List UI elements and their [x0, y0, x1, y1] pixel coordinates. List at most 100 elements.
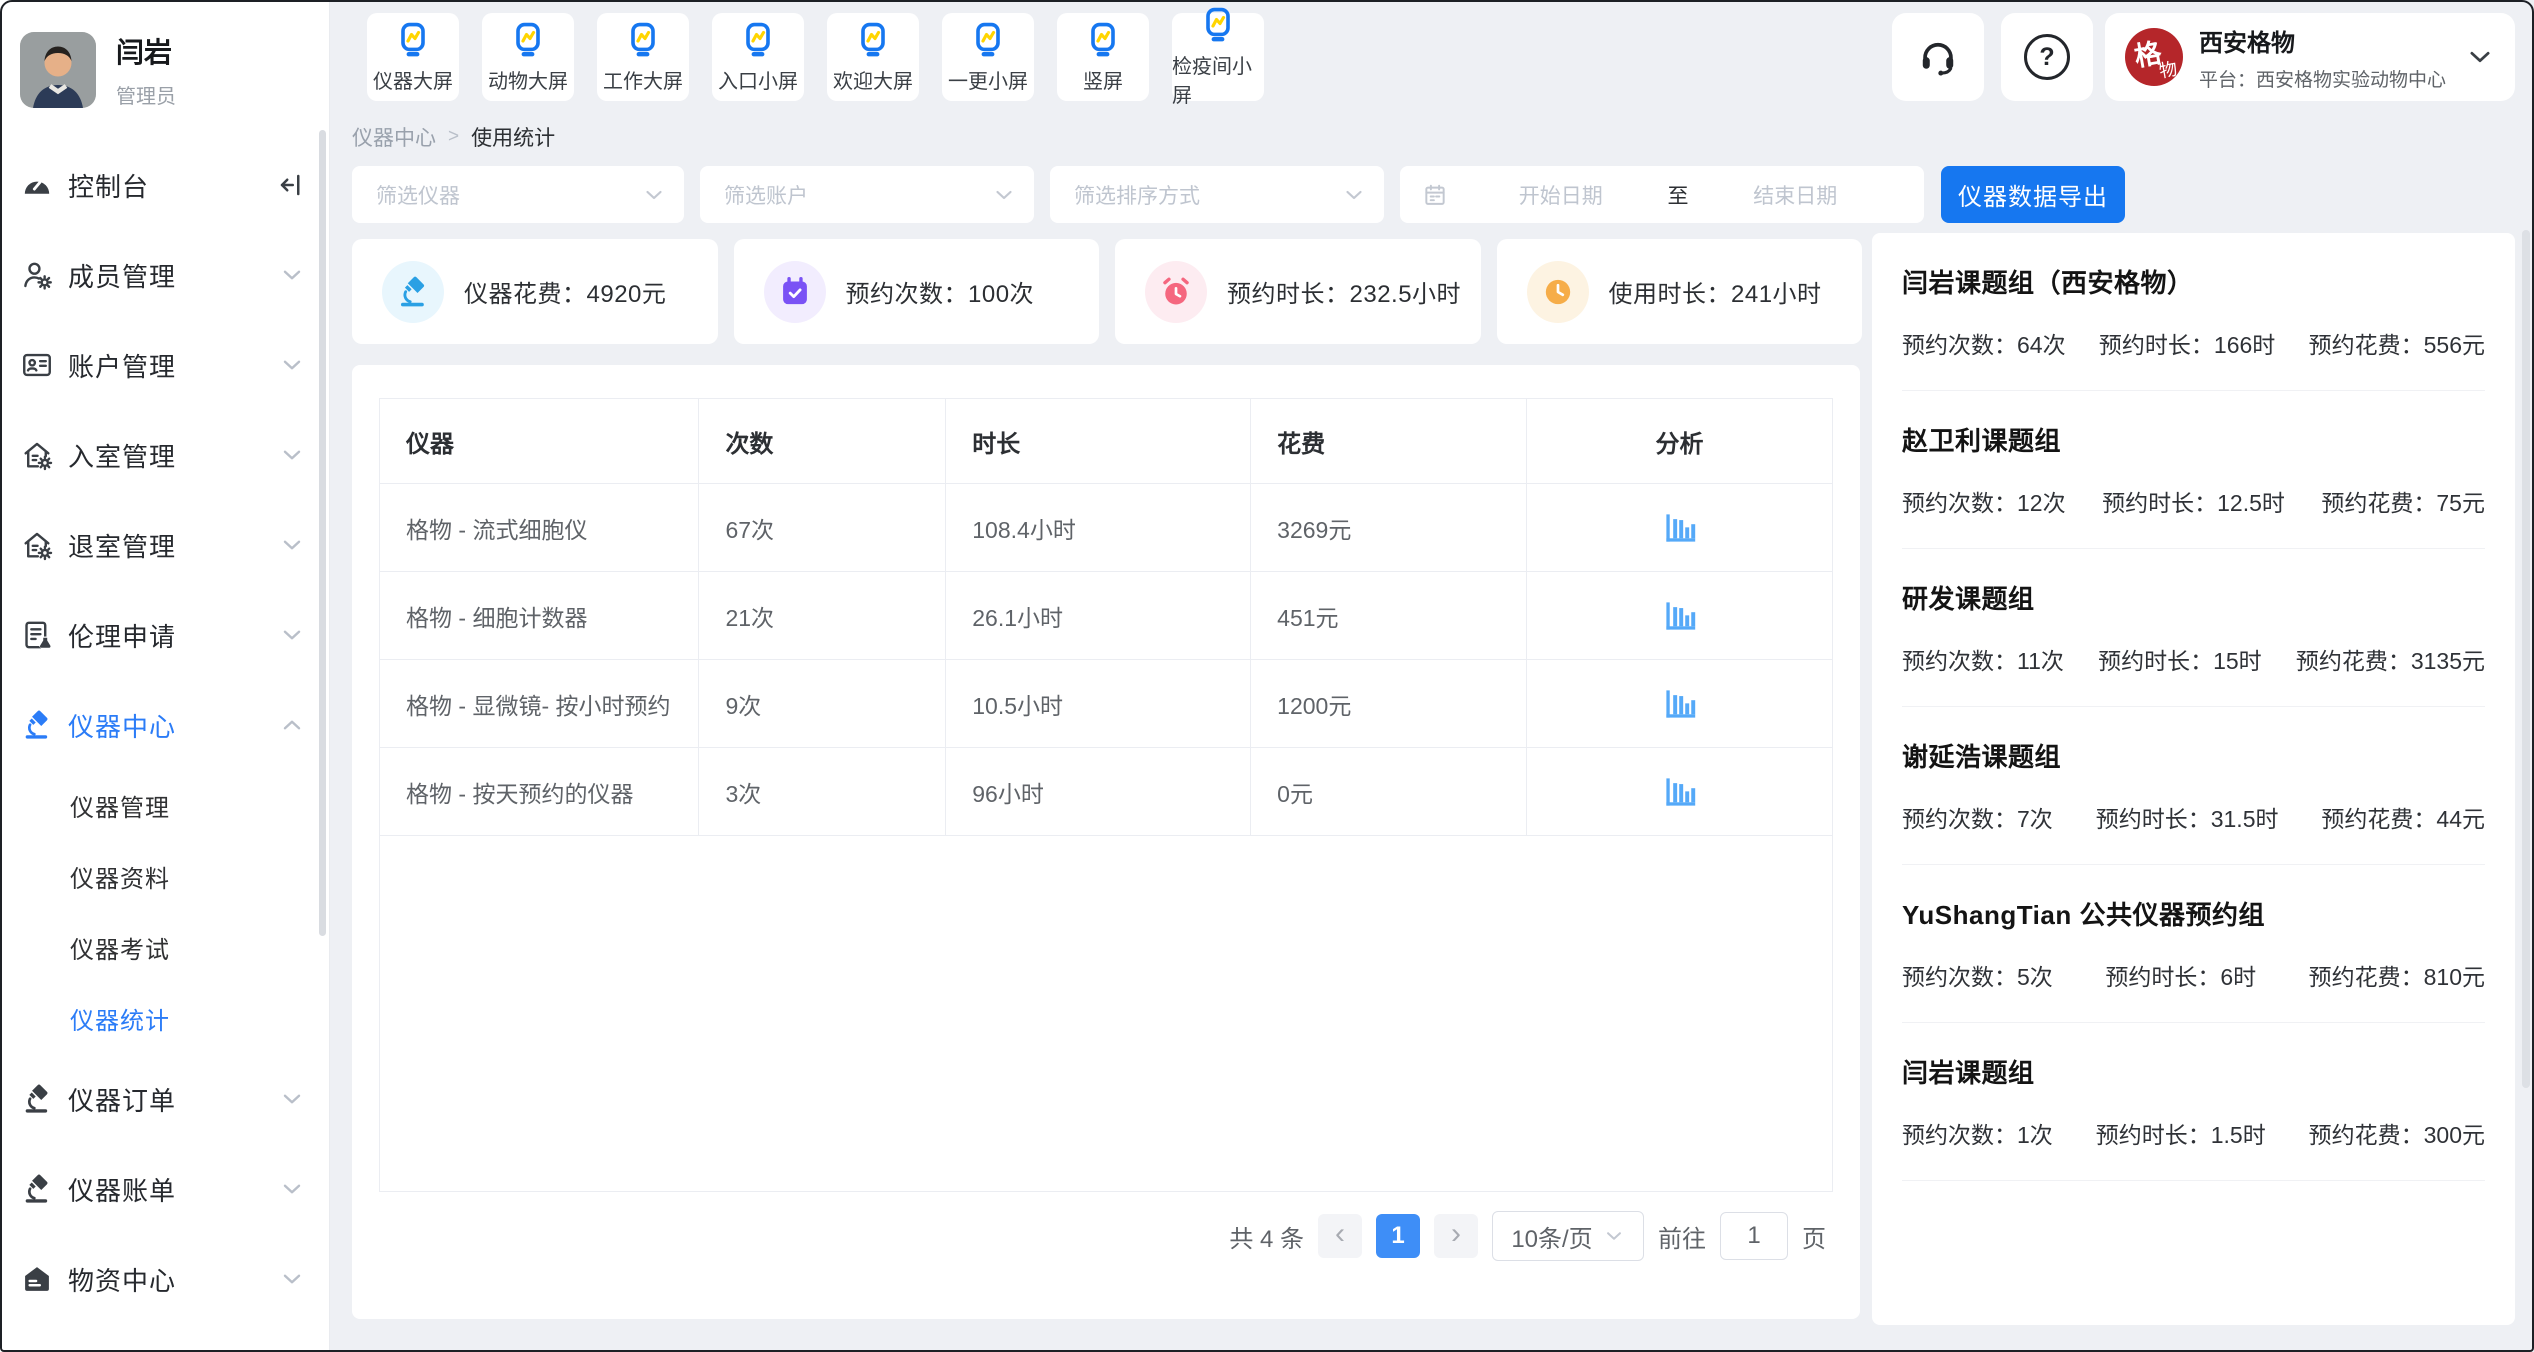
bar-chart-icon[interactable] — [1661, 685, 1699, 723]
group-stat-value: 12.5时 — [2217, 490, 2285, 516]
column-header-cost: 花费 — [1251, 399, 1527, 483]
stat-label: 仪器花费： — [464, 281, 587, 308]
document-flask-icon — [20, 618, 54, 652]
export-data-button[interactable]: 仪器数据导出 — [1941, 166, 2125, 223]
tab-work-screen[interactable]: 工作大屏 — [597, 13, 689, 101]
tab-yigeng-screen[interactable]: 一更小屏 — [942, 13, 1034, 101]
tab-quarantine-screen[interactable]: 检疫间小屏 — [1172, 13, 1264, 101]
sidebar-item-label: 入室管理 — [68, 437, 176, 474]
bar-chart-icon[interactable] — [1661, 597, 1699, 635]
usage-table-panel: 仪器 次数 时长 花费 分析 格物 - 流式细胞仪 67次 108.4小时 32… — [352, 365, 1860, 1319]
breadcrumb: 仪器中心 > 使用统计 — [352, 122, 555, 152]
sidebar-item-room-exit[interactable]: 退室管理 — [0, 500, 329, 590]
sidebar-item-label: 伦理申请 — [68, 617, 176, 654]
microscope-icon — [20, 708, 54, 742]
sidebar-subitem-instrument-exam[interactable]: 仪器考试 — [0, 912, 329, 983]
sidebar-item-room-entry[interactable]: 入室管理 — [0, 410, 329, 500]
cell-instrument: 格物 - 流式细胞仪 — [380, 484, 699, 571]
group-name: YuShangTian 公共仪器预约组 — [1902, 895, 2485, 932]
group-stat-label: 预约次数： — [1902, 964, 2017, 990]
select-placeholder: 筛选排序方式 — [1074, 180, 1200, 210]
alarm-clock-icon — [1145, 261, 1207, 323]
stat-card-usage-hours: 使用时长：241小时 — [1497, 239, 1863, 344]
sidebar-item-instrument-bills[interactable]: 仪器账单 — [0, 1144, 329, 1234]
support-button[interactable] — [1892, 13, 1984, 101]
tab-label: 入口小屏 — [718, 65, 798, 94]
sidebar-item-instrument-center[interactable]: 仪器中心 — [0, 680, 329, 770]
filter-sort-select[interactable]: 筛选排序方式 — [1050, 166, 1384, 223]
bar-chart-icon[interactable] — [1661, 773, 1699, 811]
sidebar-scrollbar[interactable] — [319, 130, 326, 936]
group-item: 谢延浩课题组 预约次数：7次 预约时长：31.5时 预约花费：44元 — [1902, 707, 2485, 865]
tab-welcome-screen[interactable]: 欢迎大屏 — [827, 13, 919, 101]
sidebar-item-label: 退室管理 — [68, 527, 176, 564]
group-name: 研发课题组 — [1902, 579, 2485, 616]
house-gear-icon — [20, 438, 54, 472]
sidebar-item-ethics[interactable]: 伦理申请 — [0, 590, 329, 680]
cell-count: 9次 — [699, 660, 946, 747]
group-item: 研发课题组 预约次数：11次 预约时长：15时 预约花费：3135元 — [1902, 549, 2485, 707]
table-row: 格物 - 流式细胞仪 67次 108.4小时 3269元 — [380, 484, 1832, 572]
sidebar-subitem-instrument-stats[interactable]: 仪器统计 — [0, 983, 329, 1054]
cell-instrument: 格物 - 按天预约的仪器 — [380, 748, 699, 835]
date-start-placeholder[interactable]: 开始日期 — [1454, 180, 1668, 210]
tab-animal-screen[interactable]: 动物大屏 — [482, 13, 574, 101]
filter-account-select[interactable]: 筛选账户 — [700, 166, 1034, 223]
group-stat-label: 预约花费： — [2309, 1122, 2424, 1148]
tab-instrument-screen[interactable]: 仪器大屏 — [367, 13, 459, 101]
tab-vertical-screen[interactable]: 竖屏 — [1057, 13, 1149, 101]
date-end-placeholder[interactable]: 结束日期 — [1689, 180, 1903, 210]
date-range-picker[interactable]: 开始日期 至 结束日期 — [1400, 166, 1924, 223]
bar-chart-icon[interactable] — [1661, 509, 1699, 547]
group-stat-label: 预约时长： — [2098, 648, 2213, 674]
org-platform: 平台：西安格物实验动物中心 — [2199, 65, 2446, 92]
stat-card-instrument-cost: 仪器花费：4920元 — [352, 239, 718, 344]
cell-cost: 451元 — [1251, 572, 1527, 659]
tab-label: 仪器大屏 — [373, 65, 453, 94]
select-placeholder: 筛选账户 — [724, 180, 808, 210]
headset-icon — [1917, 36, 1959, 78]
member-icon — [20, 258, 54, 292]
group-stat-label: 预约次数： — [1902, 1122, 2017, 1148]
filter-instrument-select[interactable]: 筛选仪器 — [352, 166, 684, 223]
collapse-sidebar-icon[interactable] — [275, 170, 305, 200]
group-stat-value: 15时 — [2213, 648, 2262, 674]
sidebar-subitem-instrument-management[interactable]: 仪器管理 — [0, 770, 329, 841]
group-name: 赵卫利课题组 — [1902, 421, 2485, 458]
group-stat-value: 12次 — [2017, 490, 2066, 516]
prev-page-button[interactable]: ‹ — [1318, 1214, 1362, 1258]
table-header-row: 仪器 次数 时长 花费 分析 — [380, 399, 1832, 484]
tab-entrance-screen[interactable]: 入口小屏 — [712, 13, 804, 101]
monitor-chart-icon — [1199, 6, 1237, 44]
user-role: 管理员 — [116, 80, 176, 109]
goto-page-input[interactable] — [1720, 1212, 1788, 1260]
chevron-down-icon — [279, 532, 305, 558]
cell-count: 3次 — [699, 748, 946, 835]
window-scrollbar[interactable] — [2522, 230, 2530, 1088]
sidebar-item-instrument-orders[interactable]: 仪器订单 — [0, 1054, 329, 1144]
chevron-down-icon — [1603, 1225, 1625, 1247]
select-placeholder: 筛选仪器 — [376, 180, 460, 210]
avatar[interactable] — [20, 32, 96, 108]
sidebar-item-console[interactable]: 控制台 — [0, 140, 329, 230]
page-size-select[interactable]: 10条/页 — [1492, 1211, 1644, 1261]
chevron-up-icon — [279, 712, 305, 738]
monitor-chart-icon — [854, 21, 892, 59]
page-1-button[interactable]: 1 — [1376, 1214, 1420, 1258]
next-page-button[interactable]: › — [1434, 1214, 1478, 1258]
sidebar-item-members[interactable]: 成员管理 — [0, 230, 329, 320]
sidebar-item-label: 账户管理 — [68, 347, 176, 384]
pagination-total: 共 4 条 — [1229, 1219, 1304, 1254]
sidebar-subitem-instrument-docs[interactable]: 仪器资料 — [0, 841, 329, 912]
breadcrumb-parent[interactable]: 仪器中心 — [352, 122, 436, 152]
dashboard-icon — [20, 168, 54, 202]
org-switcher[interactable]: 格 物 西安格物 平台：西安格物实验动物中心 — [2105, 13, 2515, 101]
group-stat-label: 预约时长： — [2096, 1122, 2211, 1148]
stat-value: 241小时 — [1731, 281, 1822, 308]
sidebar-item-accounts[interactable]: 账户管理 — [0, 320, 329, 410]
group-stat-value: 3135元 — [2411, 648, 2485, 674]
help-button[interactable]: ? — [2001, 13, 2093, 101]
sidebar-item-supplies-center[interactable]: 物资中心 — [0, 1234, 329, 1324]
group-name: 闫岩课题组（西安格物） — [1902, 263, 2485, 300]
chevron-down-icon — [279, 1176, 305, 1202]
